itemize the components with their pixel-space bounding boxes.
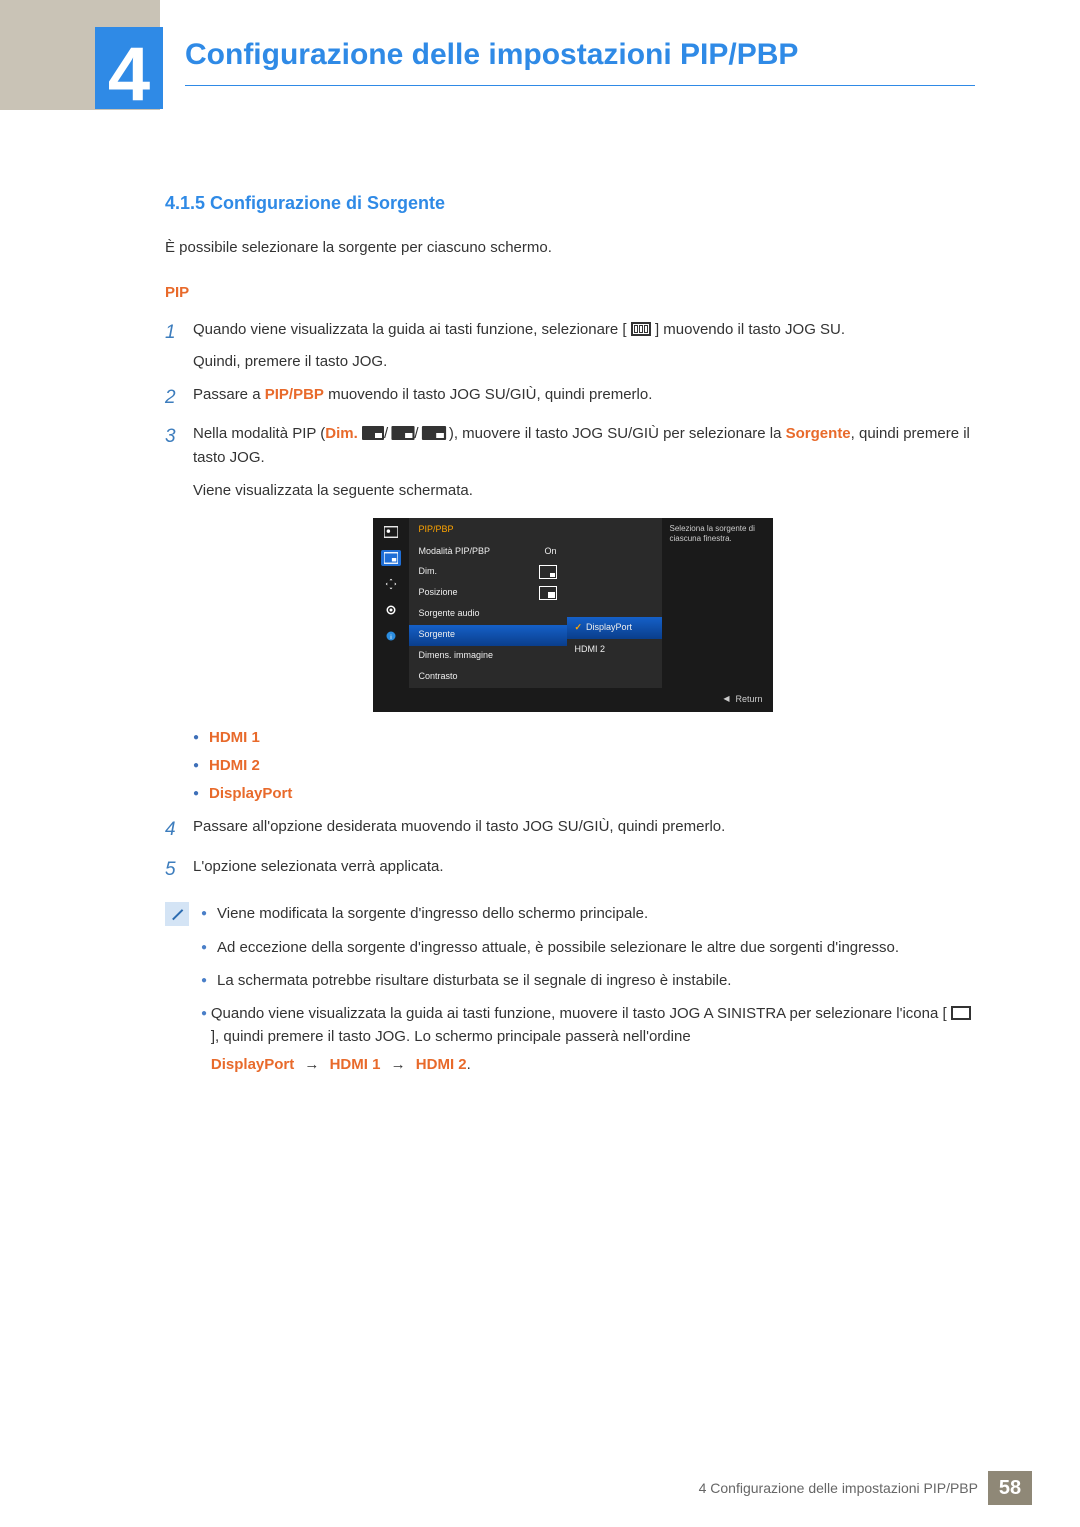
chapter-underline [185,85,975,86]
note-4b: ], quindi premere il tasto JOG. Lo scher… [211,1028,691,1045]
seq-h1: HDMI 1 [330,1056,381,1073]
osd-row-audio: Sorgente audio [419,607,480,621]
osd-row-pos: Posizione [419,586,458,600]
step1-text-a: Quando viene visualizzata la guida ai ta… [193,321,627,338]
step-2: 2 Passare a PIP/PBP muovendo il tasto JO… [165,383,980,412]
osd-row-sorgente: Sorgente [419,628,456,642]
step-number: 1 [165,318,193,373]
osd-sidebar: i [373,518,409,688]
osd-footer: ◀ Return [373,688,773,712]
step-3: 3 Nella modalità PIP (Dim. / / ), muover… [165,422,980,502]
arrow-icon: → [304,1053,319,1076]
step5-text: L'opzione selezionata verrà applicata. [193,855,980,884]
step3-dim: Dim. [325,425,358,442]
step-number: 2 [165,383,193,412]
osd-row-dimens: Dimens. immagine [419,649,494,663]
osd-row-mod-val: On [544,545,556,559]
osd-return-label: Return [735,693,762,707]
osd-sub-hdmi2: HDMI 2 [575,643,606,657]
pip-dim-icon [539,565,557,579]
source-displayport: DisplayPort [209,782,292,805]
pip-size-large-icon [422,426,446,440]
osd-sidebar-settings-icon [381,602,401,618]
step4-text: Passare all'opzione desiderata muovendo … [193,815,980,844]
osd-row-dim: Dim. [419,565,438,579]
chapter-number-box: 4 [95,27,163,109]
osd-tooltip: Seleziona la sorgente di ciascuna finest… [662,518,773,688]
step-5: 5 L'opzione selezionata verrà applicata. [165,855,980,884]
step1-text-c: Quindi, premere il tasto JOG. [193,350,980,373]
step-number: 5 [165,855,193,884]
note-4a: Quando viene visualizzata la guida ai ta… [211,1005,947,1022]
osd-menu-screenshot: i PIP/PBP Modalità PIP/PBP On Dim. Posizi… [373,518,773,712]
pip-subheading: PIP [165,281,980,304]
seq-h2: HDMI 2 [416,1056,467,1073]
note-2: Ad eccezione della sorgente d'ingresso a… [217,936,899,959]
pip-pos-icon [539,586,557,600]
step3-text-b: ), muovere il tasto JOG SU/GIÙ per selez… [449,425,786,442]
chapter-number: 4 [108,37,150,113]
osd-row-mod: Modalità PIP/PBP [419,545,491,559]
osd-sidebar-move-icon [381,576,401,592]
section-intro: È possibile selezionare la sorgente per … [165,236,980,259]
seq-dp: DisplayPort [211,1056,294,1073]
source-hdmi2: HDMI 2 [209,754,260,777]
pip-size-small-icon [362,426,384,440]
step2-pippbp: PIP/PBP [265,386,324,403]
note-block: ●Viene modificata la sorgente d'ingresso… [165,902,980,1086]
osd-sidebar-info-icon: i [381,628,401,644]
osd-sub-dp: DisplayPort [586,621,632,635]
note-3: La schermata potrebbe risultare disturba… [217,969,731,992]
section-heading: 4.1.5 Configurazione di Sorgente [165,190,980,218]
step-1: 1 Quando viene visualizzata la guida ai … [165,318,980,373]
pip-size-med-icon [392,426,415,440]
osd-menu-list: PIP/PBP Modalità PIP/PBP On Dim. Posizion… [409,518,662,688]
chapter-title: Configurazione delle impostazioni PIP/PB… [185,38,798,72]
step-4: 4 Passare all'opzione desiderata muovend… [165,815,980,844]
step3-sorgente: Sorgente [786,425,851,442]
source-options-list: ●HDMI 1 ●HDMI 2 ●DisplayPort [193,726,980,806]
footer-label: 4 Configurazione delle impostazioni PIP/… [699,1480,978,1496]
check-icon: ✓ [575,621,583,635]
menu-grid-icon [631,322,651,336]
return-triangle-icon: ◀ [723,693,729,705]
osd-menu-header: PIP/PBP [409,518,662,541]
step-number: 3 [165,422,193,502]
page-number: 58 [988,1471,1032,1505]
note-1: Viene modificata la sorgente d'ingresso … [217,902,648,925]
page-footer: 4 Configurazione delle impostazioni PIP/… [699,1471,1032,1505]
step-number: 4 [165,815,193,844]
arrow-icon: → [391,1053,406,1076]
osd-sidebar-pip-icon [381,550,401,566]
osd-sidebar-picture-icon [381,524,401,540]
osd-submenu: ✓DisplayPort HDMI 2 [567,617,662,661]
step3-text-a: Nella modalità PIP ( [193,425,325,442]
osd-row-contrasto: Contrasto [419,670,458,684]
note-icon [165,902,189,926]
chapter-header: 4 Configurazione delle impostazioni PIP/… [0,0,1080,110]
step2-text-a: Passare a [193,386,265,403]
source-hdmi1: HDMI 1 [209,726,260,749]
step2-text-b: muovendo il tasto JOG SU/GIÙ, quindi pre… [324,386,652,403]
step3-text-d: Viene visualizzata la seguente schermata… [193,479,980,502]
source-rect-icon [951,1006,971,1020]
step1-text-b: ] muovendo il tasto JOG SU. [655,321,845,338]
